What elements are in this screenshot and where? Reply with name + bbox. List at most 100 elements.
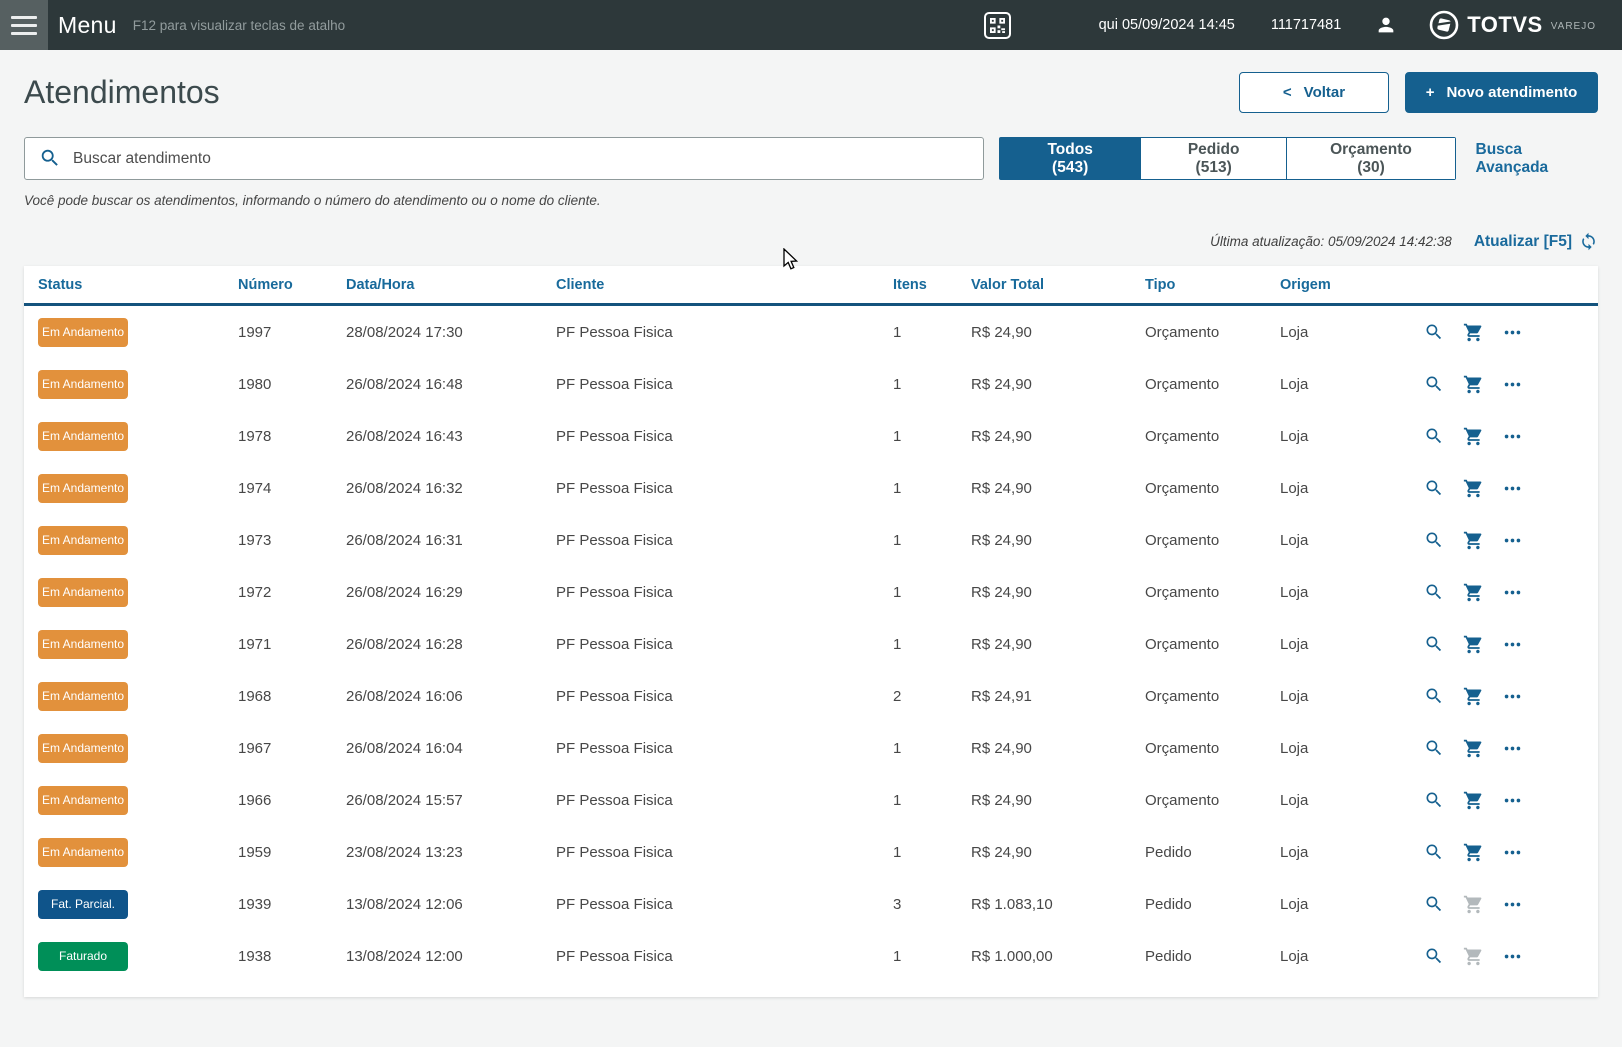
column-header-itens: Itens bbox=[893, 276, 927, 293]
more-options-icon[interactable] bbox=[1503, 479, 1522, 498]
row-tipo: Orçamento bbox=[1145, 739, 1220, 757]
row-datahora: 26/08/2024 16:48 bbox=[346, 375, 463, 393]
row-datahora: 26/08/2024 16:28 bbox=[346, 635, 463, 653]
cart-icon[interactable] bbox=[1463, 322, 1484, 343]
cart-icon[interactable] bbox=[1463, 530, 1484, 551]
status-badge: Em Andamento bbox=[38, 733, 128, 763]
row-numero: 1980 bbox=[238, 375, 272, 393]
table-row: Em Andamento 1966 26/08/2024 15:57 PF Pe… bbox=[24, 774, 1598, 826]
user-icon[interactable] bbox=[1375, 14, 1397, 36]
row-tipo: Pedido bbox=[1145, 947, 1192, 965]
column-header-origem: Origem bbox=[1280, 276, 1331, 293]
table-row: Faturado 1938 13/08/2024 12:00 PF Pessoa… bbox=[24, 930, 1598, 982]
row-tipo: Orçamento bbox=[1145, 427, 1220, 445]
row-tipo: Orçamento bbox=[1145, 375, 1220, 393]
menu-title[interactable]: Menu bbox=[58, 12, 117, 39]
more-options-icon[interactable] bbox=[1503, 791, 1522, 810]
more-options-icon[interactable] bbox=[1503, 687, 1522, 706]
cart-icon[interactable] bbox=[1463, 738, 1484, 759]
view-details-icon[interactable] bbox=[1424, 894, 1444, 914]
row-numero: 1968 bbox=[238, 687, 272, 705]
row-datahora: 26/08/2024 16:29 bbox=[346, 583, 463, 601]
row-datahora: 26/08/2024 16:31 bbox=[346, 531, 463, 549]
row-valor: R$ 24,90 bbox=[971, 635, 1032, 653]
view-details-icon[interactable] bbox=[1424, 686, 1444, 706]
row-itens: 2 bbox=[893, 687, 902, 705]
row-itens: 1 bbox=[893, 375, 902, 393]
more-options-icon[interactable] bbox=[1503, 323, 1522, 342]
row-tipo: Orçamento bbox=[1145, 635, 1220, 653]
cart-icon[interactable] bbox=[1463, 842, 1484, 863]
row-datahora: 23/08/2024 13:23 bbox=[346, 843, 463, 861]
page-title: Atendimentos bbox=[24, 74, 220, 110]
row-origem: Loja bbox=[1280, 843, 1309, 861]
view-details-icon[interactable] bbox=[1424, 842, 1444, 862]
table-row: Em Andamento 1968 26/08/2024 16:06 PF Pe… bbox=[24, 670, 1598, 722]
row-valor: R$ 24,90 bbox=[971, 479, 1032, 497]
status-badge: Em Andamento bbox=[38, 369, 128, 399]
refresh-link[interactable]: Atualizar [F5] bbox=[1474, 232, 1598, 251]
view-details-icon[interactable] bbox=[1424, 946, 1444, 966]
more-options-icon[interactable] bbox=[1503, 947, 1522, 966]
more-options-icon[interactable] bbox=[1503, 895, 1522, 914]
row-origem: Loja bbox=[1280, 791, 1309, 809]
row-itens: 1 bbox=[893, 427, 902, 445]
more-options-icon[interactable] bbox=[1503, 635, 1522, 654]
table-row: Em Andamento 1973 26/08/2024 16:31 PF Pe… bbox=[24, 514, 1598, 566]
status-badge: Faturado bbox=[38, 941, 128, 971]
more-options-icon[interactable] bbox=[1503, 843, 1522, 862]
new-atendimento-button[interactable]: + Novo atendimento bbox=[1405, 72, 1598, 113]
back-button[interactable]: < Voltar bbox=[1239, 72, 1389, 113]
row-origem: Loja bbox=[1280, 635, 1309, 653]
cart-icon[interactable] bbox=[1463, 374, 1484, 395]
view-details-icon[interactable] bbox=[1424, 738, 1444, 758]
view-details-icon[interactable] bbox=[1424, 582, 1444, 602]
more-options-icon[interactable] bbox=[1503, 739, 1522, 758]
row-itens: 1 bbox=[893, 323, 902, 341]
qr-code-icon[interactable] bbox=[983, 11, 1011, 39]
row-numero: 1939 bbox=[238, 895, 272, 913]
row-tipo: Orçamento bbox=[1145, 323, 1220, 341]
cart-icon[interactable] bbox=[1463, 426, 1484, 447]
row-numero: 1972 bbox=[238, 583, 272, 601]
row-numero: 1938 bbox=[238, 947, 272, 965]
search-input[interactable] bbox=[24, 137, 985, 180]
more-options-icon[interactable] bbox=[1503, 375, 1522, 394]
last-update-text: Última atualização: 05/09/2024 14:42:38 bbox=[1210, 234, 1452, 249]
status-badge: Em Andamento bbox=[38, 785, 128, 815]
row-itens: 1 bbox=[893, 947, 902, 965]
row-valor: R$ 1.083,10 bbox=[971, 895, 1053, 913]
column-header-datahora: Data/Hora bbox=[346, 276, 415, 293]
tab-pedido[interactable]: Pedido (513) bbox=[1139, 138, 1287, 179]
cart-icon[interactable] bbox=[1463, 686, 1484, 707]
view-details-icon[interactable] bbox=[1424, 634, 1444, 654]
row-itens: 1 bbox=[893, 531, 902, 549]
hamburger-menu-icon[interactable] bbox=[0, 0, 48, 50]
search-help-text: Você pode buscar os atendimentos, inform… bbox=[24, 193, 601, 208]
row-cliente: PF Pessoa Fisica bbox=[556, 583, 673, 601]
tab-orcamento[interactable]: Orçamento (30) bbox=[1286, 138, 1455, 179]
more-options-icon[interactable] bbox=[1503, 531, 1522, 550]
row-cliente: PF Pessoa Fisica bbox=[556, 791, 673, 809]
row-cliente: PF Pessoa Fisica bbox=[556, 895, 673, 913]
column-header-cliente: Cliente bbox=[556, 276, 605, 293]
cart-icon[interactable] bbox=[1463, 634, 1484, 655]
cart-icon[interactable] bbox=[1463, 478, 1484, 499]
view-details-icon[interactable] bbox=[1424, 374, 1444, 394]
view-details-icon[interactable] bbox=[1424, 478, 1444, 498]
advanced-search-link[interactable]: Busca Avançada bbox=[1476, 141, 1598, 177]
tab-todos[interactable]: Todos (543) bbox=[1000, 138, 1140, 179]
cart-icon[interactable] bbox=[1463, 790, 1484, 811]
view-details-icon[interactable] bbox=[1424, 426, 1444, 446]
view-details-icon[interactable] bbox=[1424, 790, 1444, 810]
view-details-icon[interactable] bbox=[1424, 322, 1444, 342]
view-details-icon[interactable] bbox=[1424, 530, 1444, 550]
cart-icon[interactable] bbox=[1463, 582, 1484, 603]
row-tipo: Orçamento bbox=[1145, 791, 1220, 809]
more-options-icon[interactable] bbox=[1503, 427, 1522, 446]
row-datahora: 26/08/2024 16:04 bbox=[346, 739, 463, 757]
row-cliente: PF Pessoa Fisica bbox=[556, 739, 673, 757]
row-valor: R$ 24,90 bbox=[971, 531, 1032, 549]
row-itens: 1 bbox=[893, 843, 902, 861]
more-options-icon[interactable] bbox=[1503, 583, 1522, 602]
